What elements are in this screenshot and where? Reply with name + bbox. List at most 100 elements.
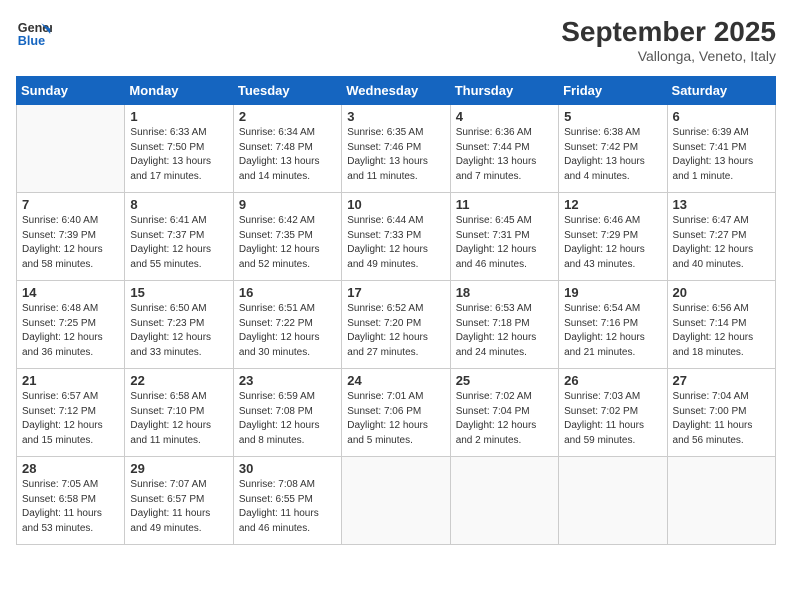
col-header-thursday: Thursday <box>450 77 558 105</box>
calendar-cell: 13 Sunrise: 6:47 AM Sunset: 7:27 PM Dayli… <box>667 193 775 281</box>
calendar-cell: 10 Sunrise: 6:44 AM Sunset: 7:33 PM Dayli… <box>342 193 450 281</box>
day-info: Sunrise: 6:56 AM Sunset: 7:14 PM Dayligh… <box>673 302 770 360</box>
day-number: 25 <box>456 373 553 388</box>
calendar-cell: 28Sunrise: 7:05 AM Sunset: 6:58 PM Dayli… <box>17 457 125 545</box>
day-info: Sunrise: 6:50 AM Sunset: 7:23 PM Dayligh… <box>130 302 227 360</box>
calendar-cell: 12 Sunrise: 6:46 AM Sunset: 7:29 PM Dayli… <box>559 193 667 281</box>
calendar-cell: 16Sunrise: 6:51 AM Sunset: 7:22 PM Dayli… <box>233 281 341 369</box>
day-info: Sunrise: 7:05 AM Sunset: 6:58 PM Dayligh… <box>22 478 119 536</box>
day-number: 23 <box>239 373 336 388</box>
calendar-body: 1Sunrise: 6:33 AM Sunset: 7:50 PM Daylig… <box>17 105 776 545</box>
day-info: Sunrise: 6:39 AM Sunset: 7:41 PM Dayligh… <box>673 126 770 184</box>
day-number: 15 <box>130 285 227 300</box>
day-number: 24 <box>347 373 444 388</box>
col-header-wednesday: Wednesday <box>342 77 450 105</box>
calendar-cell: 14Sunrise: 6:48 AM Sunset: 7:25 PM Dayli… <box>17 281 125 369</box>
day-info: Sunrise: 6:58 AM Sunset: 7:10 PM Dayligh… <box>130 390 227 448</box>
calendar-cell <box>559 457 667 545</box>
day-number: 30 <box>239 461 336 476</box>
calendar-week-2: 7Sunrise: 6:40 AM Sunset: 7:39 PM Daylig… <box>17 193 776 281</box>
day-info: Sunrise: 6:54 AM Sunset: 7:16 PM Dayligh… <box>564 302 661 360</box>
day-number: 22 <box>130 373 227 388</box>
day-number: 14 <box>22 285 119 300</box>
day-info: Sunrise: 6:57 AM Sunset: 7:12 PM Dayligh… <box>22 390 119 448</box>
day-info: Sunrise: 6:45 AM Sunset: 7:31 PM Dayligh… <box>456 214 553 272</box>
svg-text:Blue: Blue <box>18 34 45 48</box>
day-number: 18 <box>456 285 553 300</box>
day-number: 10 <box>347 197 444 212</box>
calendar-cell <box>342 457 450 545</box>
calendar-cell: 1Sunrise: 6:33 AM Sunset: 7:50 PM Daylig… <box>125 105 233 193</box>
calendar-cell: 6 Sunrise: 6:39 AM Sunset: 7:41 PM Daylig… <box>667 105 775 193</box>
day-number: 20 <box>673 285 770 300</box>
day-info: Sunrise: 6:47 AM Sunset: 7:27 PM Dayligh… <box>673 214 770 272</box>
calendar-cell: 9 Sunrise: 6:42 AM Sunset: 7:35 PM Daylig… <box>233 193 341 281</box>
calendar-cell: 7Sunrise: 6:40 AM Sunset: 7:39 PM Daylig… <box>17 193 125 281</box>
day-number: 4 <box>456 109 553 124</box>
day-number: 29 <box>130 461 227 476</box>
day-info: Sunrise: 7:04 AM Sunset: 7:00 PM Dayligh… <box>673 390 770 448</box>
day-info: Sunrise: 7:02 AM Sunset: 7:04 PM Dayligh… <box>456 390 553 448</box>
calendar-cell <box>17 105 125 193</box>
calendar-header-row: SundayMondayTuesdayWednesdayThursdayFrid… <box>17 77 776 105</box>
day-number: 21 <box>22 373 119 388</box>
calendar-cell: 23 Sunrise: 6:59 AM Sunset: 7:08 PM Dayli… <box>233 369 341 457</box>
calendar-cell: 2 Sunrise: 6:34 AM Sunset: 7:48 PM Daylig… <box>233 105 341 193</box>
calendar-cell: 21 Sunrise: 6:57 AM Sunset: 7:12 PM Dayli… <box>17 369 125 457</box>
location: Vallonga, Veneto, Italy <box>561 48 776 64</box>
calendar-cell: 25 Sunrise: 7:02 AM Sunset: 7:04 PM Dayli… <box>450 369 558 457</box>
day-number: 1 <box>130 109 227 124</box>
calendar-week-5: 28Sunrise: 7:05 AM Sunset: 6:58 PM Dayli… <box>17 457 776 545</box>
day-number: 26 <box>564 373 661 388</box>
day-number: 27 <box>673 373 770 388</box>
day-info: Sunrise: 6:42 AM Sunset: 7:35 PM Dayligh… <box>239 214 336 272</box>
month-title: September 2025 <box>561 16 776 48</box>
day-info: Sunrise: 7:03 AM Sunset: 7:02 PM Dayligh… <box>564 390 661 448</box>
calendar-cell <box>450 457 558 545</box>
day-number: 16 <box>239 285 336 300</box>
day-info: Sunrise: 7:01 AM Sunset: 7:06 PM Dayligh… <box>347 390 444 448</box>
day-info: Sunrise: 6:46 AM Sunset: 7:29 PM Dayligh… <box>564 214 661 272</box>
calendar-cell: 8 Sunrise: 6:41 AM Sunset: 7:37 PM Daylig… <box>125 193 233 281</box>
calendar-cell: 3 Sunrise: 6:35 AM Sunset: 7:46 PM Daylig… <box>342 105 450 193</box>
day-number: 5 <box>564 109 661 124</box>
day-info: Sunrise: 6:35 AM Sunset: 7:46 PM Dayligh… <box>347 126 444 184</box>
day-info: Sunrise: 6:34 AM Sunset: 7:48 PM Dayligh… <box>239 126 336 184</box>
day-number: 8 <box>130 197 227 212</box>
col-header-monday: Monday <box>125 77 233 105</box>
page-header: General Blue September 2025 Vallonga, Ve… <box>16 16 776 64</box>
calendar-cell: 18 Sunrise: 6:53 AM Sunset: 7:18 PM Dayli… <box>450 281 558 369</box>
day-number: 17 <box>347 285 444 300</box>
calendar-cell: 4 Sunrise: 6:36 AM Sunset: 7:44 PM Daylig… <box>450 105 558 193</box>
calendar-cell: 26 Sunrise: 7:03 AM Sunset: 7:02 PM Dayli… <box>559 369 667 457</box>
day-info: Sunrise: 6:52 AM Sunset: 7:20 PM Dayligh… <box>347 302 444 360</box>
calendar-cell: 17 Sunrise: 6:52 AM Sunset: 7:20 PM Dayli… <box>342 281 450 369</box>
calendar-cell: 24 Sunrise: 7:01 AM Sunset: 7:06 PM Dayli… <box>342 369 450 457</box>
col-header-tuesday: Tuesday <box>233 77 341 105</box>
col-header-friday: Friday <box>559 77 667 105</box>
day-info: Sunrise: 7:08 AM Sunset: 6:55 PM Dayligh… <box>239 478 336 536</box>
calendar-week-4: 21 Sunrise: 6:57 AM Sunset: 7:12 PM Dayli… <box>17 369 776 457</box>
day-info: Sunrise: 6:53 AM Sunset: 7:18 PM Dayligh… <box>456 302 553 360</box>
col-header-saturday: Saturday <box>667 77 775 105</box>
calendar-cell: 5 Sunrise: 6:38 AM Sunset: 7:42 PM Daylig… <box>559 105 667 193</box>
day-number: 13 <box>673 197 770 212</box>
day-number: 3 <box>347 109 444 124</box>
calendar-cell: 27 Sunrise: 7:04 AM Sunset: 7:00 PM Dayli… <box>667 369 775 457</box>
day-info: Sunrise: 6:38 AM Sunset: 7:42 PM Dayligh… <box>564 126 661 184</box>
day-number: 12 <box>564 197 661 212</box>
calendar-week-1: 1Sunrise: 6:33 AM Sunset: 7:50 PM Daylig… <box>17 105 776 193</box>
day-info: Sunrise: 6:41 AM Sunset: 7:37 PM Dayligh… <box>130 214 227 272</box>
calendar-cell: 15 Sunrise: 6:50 AM Sunset: 7:23 PM Dayli… <box>125 281 233 369</box>
calendar-cell: 19Sunrise: 6:54 AM Sunset: 7:16 PM Dayli… <box>559 281 667 369</box>
day-number: 6 <box>673 109 770 124</box>
day-info: Sunrise: 6:40 AM Sunset: 7:39 PM Dayligh… <box>22 214 119 272</box>
calendar-cell: 22 Sunrise: 6:58 AM Sunset: 7:10 PM Dayli… <box>125 369 233 457</box>
day-number: 2 <box>239 109 336 124</box>
calendar-table: SundayMondayTuesdayWednesdayThursdayFrid… <box>16 76 776 545</box>
day-info: Sunrise: 6:59 AM Sunset: 7:08 PM Dayligh… <box>239 390 336 448</box>
day-number: 9 <box>239 197 336 212</box>
day-info: Sunrise: 6:44 AM Sunset: 7:33 PM Dayligh… <box>347 214 444 272</box>
title-block: September 2025 Vallonga, Veneto, Italy <box>561 16 776 64</box>
day-info: Sunrise: 6:36 AM Sunset: 7:44 PM Dayligh… <box>456 126 553 184</box>
